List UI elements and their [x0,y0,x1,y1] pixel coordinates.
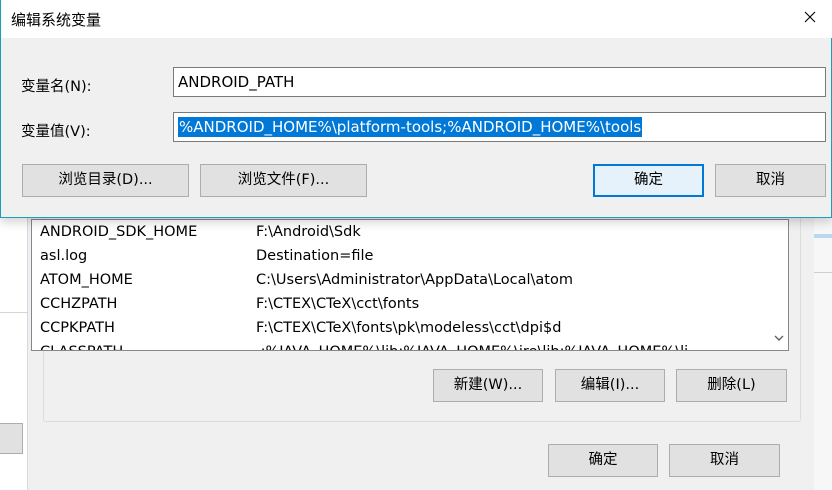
table-row[interactable]: asl.log Destination=file [32,244,772,268]
variable-value: F:\CTEX\CTeX\cct\fonts [256,296,420,312]
variable-name-input[interactable]: ANDROID_PATH [173,67,826,97]
variable-name: CCHZPATH [40,296,118,312]
variable-name: CLASSPATH [40,340,123,350]
table-row[interactable]: CCHZPATH F:\CTEX\CTeX\cct\fonts [32,292,772,316]
variable-name: ATOM_HOME [40,272,133,288]
variable-value-label: 变量值(V): [21,124,91,140]
background-right-edge [814,214,832,490]
system-variables-list[interactable]: ANDROID_SDK_HOME F:\Android\Sdk asl.log … [31,219,789,351]
main-cancel-button[interactable]: 取消 [669,444,780,477]
dialog-title: 编辑系统变量 [11,11,102,29]
close-icon [804,11,816,27]
variable-value: F:\Android\Sdk [256,224,361,240]
variable-name: CCPKPATH [40,320,115,336]
table-row[interactable]: CLASSPATH .;%JAVA_HOME%\lib;%JAVA_HOME%\… [32,340,772,350]
table-row[interactable]: ANDROID_SDK_HOME F:\Android\Sdk [32,220,772,244]
chevron-down-icon[interactable] [770,332,788,346]
background-partial-button[interactable] [0,423,23,454]
list-scrollbar[interactable] [770,220,788,350]
browse-directory-button[interactable]: 浏览目录(D)... [22,164,189,197]
variable-name-label: 变量名(N): [21,79,92,95]
variable-value: F:\CTEX\CTeX\fonts\pk\modeless\cct\dpi$d [256,320,562,336]
selected-text: %ANDROID_HOME%\platform-tools;%ANDROID_H… [178,117,643,137]
variable-value: Destination=file [256,248,374,264]
browse-file-button[interactable]: 浏览文件(F)... [200,164,367,197]
close-button[interactable] [787,0,832,38]
variable-value-input[interactable]: %ANDROID_HOME%\platform-tools;%ANDROID_H… [173,112,826,142]
table-row[interactable]: ATOM_HOME C:\Users\Administrator\AppData… [32,268,772,292]
dialog-cancel-button[interactable]: 取消 [715,164,826,197]
dialog-titlebar[interactable]: 编辑系统变量 [1,0,832,38]
variable-name: ANDROID_SDK_HOME [40,224,198,240]
main-ok-button[interactable]: 确定 [548,444,658,477]
new-variable-button[interactable]: 新建(W)... [433,369,543,402]
variable-value: C:\Users\Administrator\AppData\Local\ato… [256,272,573,288]
variable-value: .;%JAVA_HOME%\lib;%JAVA_HOME%\jre\lib;%J… [256,340,688,350]
edit-variable-button[interactable]: 编辑(I)... [555,369,665,402]
dialog-ok-button[interactable]: 确定 [593,164,704,197]
table-row[interactable]: CCPKPATH F:\CTEX\CTeX\fonts\pk\modeless\… [32,316,772,340]
edit-system-variable-dialog: 编辑系统变量 变量名(N): ANDROID_PATH 变量值(V): %AND… [0,0,832,218]
variable-name: asl.log [40,248,88,264]
delete-variable-button[interactable]: 删除(L) [676,369,787,402]
